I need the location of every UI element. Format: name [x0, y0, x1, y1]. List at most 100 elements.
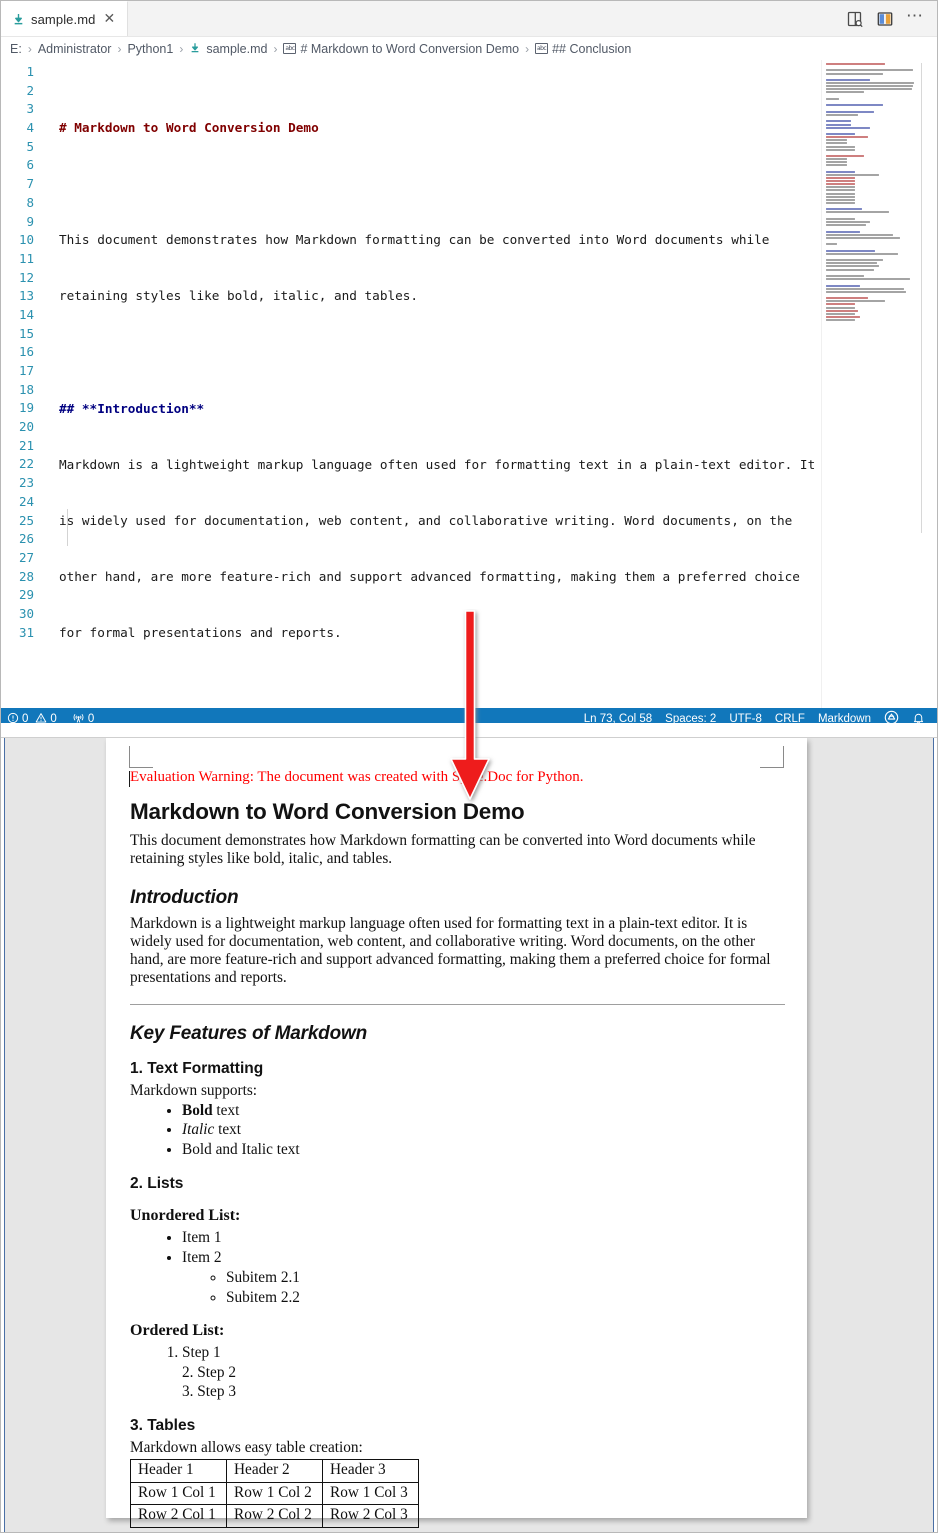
- status-eol[interactable]: CRLF: [775, 713, 805, 723]
- line-number: 22: [18, 456, 34, 472]
- minimap-line: [826, 306, 855, 309]
- minimap-line: [826, 240, 921, 243]
- line-number-gutter: 1 2 3 4 5 6 7 8 9 10 11 12 13 14 15 16 17 18 19 20 21 22 23 24 2…: [1, 60, 43, 708]
- breadcrumb-label: ## Conclusion: [552, 41, 632, 56]
- code-editor-area[interactable]: 1 2 3 4 5 6 7 8 9 10 11 12 13 14 15 16 17 18 19 20 21 22 23 24 2…: [1, 60, 937, 708]
- minimap-line: [826, 82, 915, 85]
- list-item: Item 2: [182, 1248, 785, 1268]
- minimap-line: [826, 183, 855, 186]
- breadcrumb-separator: ›: [525, 41, 530, 56]
- list-item: Item 1: [182, 1228, 785, 1248]
- minimap-line: [826, 63, 885, 65]
- status-bar: 0 0 0 Ln 73, Col 58 Spaces: 2 UTF-8 CRLF…: [1, 708, 937, 723]
- breadcrumb-item-python1[interactable]: Python1: [127, 42, 173, 56]
- minimap-line: [826, 164, 847, 167]
- heading-introduction: Introduction: [130, 886, 239, 908]
- line-number: 6: [26, 157, 34, 173]
- line-number: 26: [18, 531, 34, 547]
- minimap-line: [826, 148, 855, 151]
- breadcrumb-item-heading-demo[interactable]: abc # Markdown to Word Conversion Demo: [283, 42, 519, 56]
- line-number: 11: [18, 250, 34, 266]
- minimap-line: [826, 85, 914, 88]
- minimap-line: [826, 104, 883, 107]
- minimap-line: [826, 236, 901, 239]
- breadcrumb-label: sample.md: [206, 41, 268, 56]
- minimap-line: [826, 97, 840, 100]
- list-item: Bold text: [182, 1101, 785, 1121]
- notifications-bell-icon[interactable]: [912, 711, 925, 724]
- code-content[interactable]: # Markdown to Word Conversion Demo This …: [43, 60, 937, 708]
- more-actions-ellipsis-icon[interactable]: ⋯: [906, 7, 924, 27]
- heading-tables: 3. Tables: [130, 1417, 196, 1435]
- breadcrumb-item-drive[interactable]: E:: [10, 42, 22, 56]
- minimap-line: [826, 220, 870, 223]
- minimap-line: [826, 262, 878, 265]
- line-number: 13: [18, 288, 34, 304]
- list-item-rest: text: [214, 1121, 242, 1139]
- minimap-line: [826, 208, 863, 211]
- line-number: 18: [18, 381, 34, 397]
- status-cursor-position[interactable]: Ln 73, Col 58: [584, 713, 652, 723]
- line-number: 1: [26, 64, 34, 79]
- editor-tab-sample-md[interactable]: sample.md ✕: [1, 1, 129, 36]
- line-number: 16: [18, 344, 34, 360]
- status-indentation[interactable]: Spaces: 2: [665, 713, 716, 723]
- breadcrumb-separator: ›: [117, 41, 122, 56]
- margin-mark-top-right: [760, 746, 784, 768]
- bold-sample: Bold: [182, 1101, 213, 1119]
- minimap-line: [826, 252, 899, 255]
- minimap-content: [826, 63, 922, 533]
- tab-label: sample.md: [31, 11, 96, 27]
- document-intro-paragraph: This document demonstrates how Markdown …: [130, 832, 756, 868]
- open-preview-to-the-side-icon[interactable]: [846, 10, 864, 28]
- line-number: 14: [18, 306, 34, 322]
- minimap-line: [826, 312, 855, 315]
- status-language-mode[interactable]: Markdown: [818, 713, 871, 723]
- minimap-line: [826, 201, 855, 204]
- prettier-icon[interactable]: [884, 710, 899, 723]
- line-number: 4: [26, 120, 34, 136]
- minimap-line: [826, 145, 855, 148]
- table-cell: Row 2 Col 2: [226, 1504, 323, 1529]
- symbol-string-icon: abc: [283, 43, 297, 54]
- italic-sample: Italic: [182, 1121, 215, 1139]
- ordered-list: Step 1: [164, 1343, 785, 1363]
- minimap-line: [826, 195, 855, 198]
- minimap-line: [826, 69, 914, 72]
- minimap-line: [826, 265, 880, 268]
- split-editor-right-icon[interactable]: [876, 10, 894, 28]
- minimap-line: [826, 158, 847, 161]
- minimap-line: [826, 268, 874, 271]
- minimap-line: [826, 300, 885, 303]
- breadcrumb-item-heading-conclusion[interactable]: abc ## Conclusion: [535, 42, 631, 56]
- minimap-line: [826, 243, 838, 246]
- list-item: Italic text: [182, 1120, 785, 1140]
- minimap-line: [826, 284, 861, 287]
- horizontal-rule: [130, 1004, 785, 1006]
- table-cell: Row 2 Col 1: [130, 1504, 227, 1529]
- breadcrumb-item-administrator[interactable]: Administrator: [38, 42, 112, 56]
- minimap-line: [826, 186, 855, 189]
- table-row: Row 1 Col 1 Row 1 Col 2 Row 1 Col 3: [130, 1481, 419, 1506]
- editor-actions: ⋯: [846, 1, 937, 36]
- breadcrumb-item-file[interactable]: sample.md: [189, 42, 267, 56]
- line-number: 23: [18, 475, 34, 491]
- minimap-line: [826, 79, 870, 82]
- minimap-line: [826, 180, 855, 183]
- document-title: Markdown to Word Conversion Demo: [130, 799, 525, 825]
- minimap-line: [826, 217, 855, 220]
- radio-tower-icon: [72, 712, 85, 724]
- warning-count: 0: [50, 713, 57, 723]
- minimap-line: [826, 133, 855, 136]
- lead-table-creation: Markdown allows easy table creation:: [130, 1439, 363, 1457]
- line-number: 10: [18, 232, 34, 248]
- heading-unordered-list: Unordered List:: [130, 1207, 241, 1225]
- status-encoding[interactable]: UTF-8: [729, 713, 762, 723]
- status-problems[interactable]: 0 0: [4, 712, 60, 723]
- minimap[interactable]: [821, 60, 929, 708]
- line-number: 2: [26, 82, 34, 98]
- status-ports[interactable]: 0: [69, 712, 97, 724]
- close-icon[interactable]: ✕: [101, 10, 117, 28]
- table-cell: Row 1 Col 3: [322, 1481, 419, 1506]
- minimap-line: [826, 170, 855, 173]
